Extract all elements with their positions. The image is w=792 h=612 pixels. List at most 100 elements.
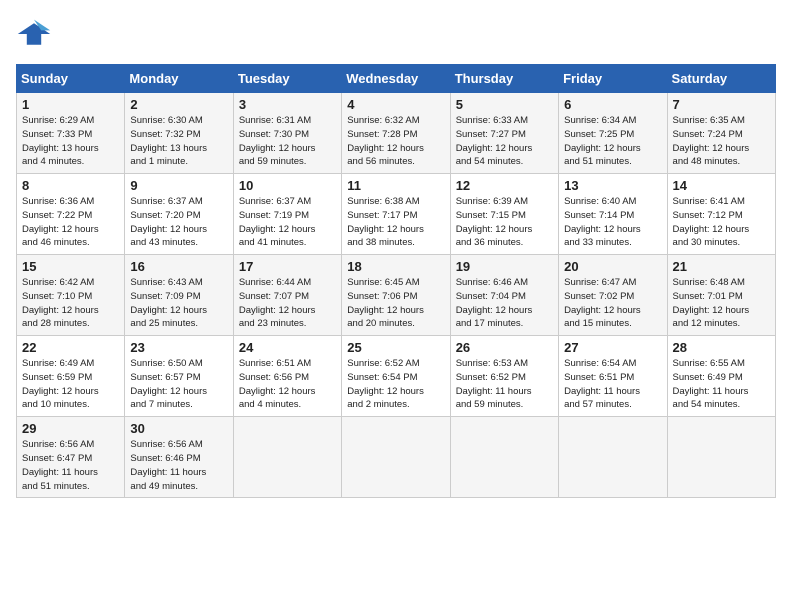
day-number: 4 [347,97,444,112]
day-info: Sunrise: 6:52 AM Sunset: 6:54 PM Dayligh… [347,357,444,412]
day-number: 23 [130,340,227,355]
calendar-week-row: 29 Sunrise: 6:56 AM Sunset: 6:47 PM Dayli… [17,417,776,498]
day-info: Sunrise: 6:38 AM Sunset: 7:17 PM Dayligh… [347,195,444,250]
day-info: Sunrise: 6:35 AM Sunset: 7:24 PM Dayligh… [673,114,770,169]
weekday-header-thursday: Thursday [450,65,558,93]
day-info: Sunrise: 6:37 AM Sunset: 7:20 PM Dayligh… [130,195,227,250]
day-info: Sunrise: 6:39 AM Sunset: 7:15 PM Dayligh… [456,195,553,250]
calendar-week-row: 22 Sunrise: 6:49 AM Sunset: 6:59 PM Dayli… [17,336,776,417]
day-info: Sunrise: 6:46 AM Sunset: 7:04 PM Dayligh… [456,276,553,331]
calendar-cell: 28 Sunrise: 6:55 AM Sunset: 6:49 PM Dayli… [667,336,775,417]
day-number: 29 [22,421,119,436]
calendar-cell: 16 Sunrise: 6:43 AM Sunset: 7:09 PM Dayli… [125,255,233,336]
calendar-cell: 15 Sunrise: 6:42 AM Sunset: 7:10 PM Dayli… [17,255,125,336]
weekday-header-wednesday: Wednesday [342,65,450,93]
calendar-cell: 19Sunrise: 6:46 AM Sunset: 7:04 PM Dayli… [450,255,558,336]
day-number: 16 [130,259,227,274]
day-info: Sunrise: 6:36 AM Sunset: 7:22 PM Dayligh… [22,195,119,250]
calendar-cell: 29 Sunrise: 6:56 AM Sunset: 6:47 PM Dayli… [17,417,125,498]
calendar-table: SundayMondayTuesdayWednesdayThursdayFrid… [16,64,776,498]
weekday-header-monday: Monday [125,65,233,93]
calendar-cell [559,417,667,498]
logo [16,16,56,52]
weekday-header-friday: Friday [559,65,667,93]
day-info: Sunrise: 6:34 AM Sunset: 7:25 PM Dayligh… [564,114,661,169]
calendar-cell: 4Sunrise: 6:32 AM Sunset: 7:28 PM Daylig… [342,93,450,174]
calendar-cell: 27Sunrise: 6:54 AM Sunset: 6:51 PM Dayli… [559,336,667,417]
weekday-header-sunday: Sunday [17,65,125,93]
day-info: Sunrise: 6:42 AM Sunset: 7:10 PM Dayligh… [22,276,119,331]
calendar-cell: 2 Sunrise: 6:30 AM Sunset: 7:32 PM Daylig… [125,93,233,174]
calendar-cell: 30Sunrise: 6:56 AM Sunset: 6:46 PM Dayli… [125,417,233,498]
calendar-cell: 6Sunrise: 6:34 AM Sunset: 7:25 PM Daylig… [559,93,667,174]
calendar-week-row: 1Sunrise: 6:29 AM Sunset: 7:33 PM Daylig… [17,93,776,174]
calendar-cell: 8 Sunrise: 6:36 AM Sunset: 7:22 PM Daylig… [17,174,125,255]
day-info: Sunrise: 6:33 AM Sunset: 7:27 PM Dayligh… [456,114,553,169]
day-info: Sunrise: 6:31 AM Sunset: 7:30 PM Dayligh… [239,114,336,169]
day-number: 26 [456,340,553,355]
day-number: 10 [239,178,336,193]
calendar-week-row: 15 Sunrise: 6:42 AM Sunset: 7:10 PM Dayli… [17,255,776,336]
day-number: 27 [564,340,661,355]
calendar-cell [342,417,450,498]
calendar-cell: 12 Sunrise: 6:39 AM Sunset: 7:15 PM Dayli… [450,174,558,255]
day-number: 20 [564,259,661,274]
day-number: 14 [673,178,770,193]
day-info: Sunrise: 6:50 AM Sunset: 6:57 PM Dayligh… [130,357,227,412]
day-number: 1 [22,97,119,112]
day-info: Sunrise: 6:40 AM Sunset: 7:14 PM Dayligh… [564,195,661,250]
day-number: 7 [673,97,770,112]
calendar-cell: 22 Sunrise: 6:49 AM Sunset: 6:59 PM Dayli… [17,336,125,417]
calendar-cell: 3 Sunrise: 6:31 AM Sunset: 7:30 PM Daylig… [233,93,341,174]
day-info: Sunrise: 6:56 AM Sunset: 6:47 PM Dayligh… [22,438,119,493]
day-number: 24 [239,340,336,355]
day-info: Sunrise: 6:30 AM Sunset: 7:32 PM Dayligh… [130,114,227,169]
day-info: Sunrise: 6:43 AM Sunset: 7:09 PM Dayligh… [130,276,227,331]
calendar-cell: 23 Sunrise: 6:50 AM Sunset: 6:57 PM Dayli… [125,336,233,417]
day-info: Sunrise: 6:49 AM Sunset: 6:59 PM Dayligh… [22,357,119,412]
day-info: Sunrise: 6:53 AM Sunset: 6:52 PM Dayligh… [456,357,553,412]
day-number: 15 [22,259,119,274]
day-number: 25 [347,340,444,355]
day-number: 13 [564,178,661,193]
calendar-cell: 13 Sunrise: 6:40 AM Sunset: 7:14 PM Dayli… [559,174,667,255]
day-info: Sunrise: 6:55 AM Sunset: 6:49 PM Dayligh… [673,357,770,412]
calendar-cell: 24 Sunrise: 6:51 AM Sunset: 6:56 PM Dayli… [233,336,341,417]
calendar-cell: 26 Sunrise: 6:53 AM Sunset: 6:52 PM Dayli… [450,336,558,417]
day-number: 3 [239,97,336,112]
calendar-week-row: 8 Sunrise: 6:36 AM Sunset: 7:22 PM Daylig… [17,174,776,255]
day-number: 8 [22,178,119,193]
day-info: Sunrise: 6:48 AM Sunset: 7:01 PM Dayligh… [673,276,770,331]
day-number: 21 [673,259,770,274]
calendar-cell [233,417,341,498]
calendar-cell: 14 Sunrise: 6:41 AM Sunset: 7:12 PM Dayli… [667,174,775,255]
day-number: 2 [130,97,227,112]
day-number: 22 [22,340,119,355]
day-number: 17 [239,259,336,274]
calendar-cell: 1Sunrise: 6:29 AM Sunset: 7:33 PM Daylig… [17,93,125,174]
calendar-cell: 7 Sunrise: 6:35 AM Sunset: 7:24 PM Daylig… [667,93,775,174]
page-header [16,16,776,52]
day-info: Sunrise: 6:44 AM Sunset: 7:07 PM Dayligh… [239,276,336,331]
calendar-cell [667,417,775,498]
day-number: 28 [673,340,770,355]
day-info: Sunrise: 6:56 AM Sunset: 6:46 PM Dayligh… [130,438,227,493]
logo-icon [16,16,52,52]
calendar-cell: 5 Sunrise: 6:33 AM Sunset: 7:27 PM Daylig… [450,93,558,174]
calendar-cell: 9Sunrise: 6:37 AM Sunset: 7:20 PM Daylig… [125,174,233,255]
day-number: 11 [347,178,444,193]
calendar-cell: 21 Sunrise: 6:48 AM Sunset: 7:01 PM Dayli… [667,255,775,336]
day-info: Sunrise: 6:45 AM Sunset: 7:06 PM Dayligh… [347,276,444,331]
calendar-cell: 10 Sunrise: 6:37 AM Sunset: 7:19 PM Dayli… [233,174,341,255]
day-number: 18 [347,259,444,274]
day-info: Sunrise: 6:37 AM Sunset: 7:19 PM Dayligh… [239,195,336,250]
calendar-cell: 11 Sunrise: 6:38 AM Sunset: 7:17 PM Dayli… [342,174,450,255]
day-info: Sunrise: 6:51 AM Sunset: 6:56 PM Dayligh… [239,357,336,412]
day-info: Sunrise: 6:41 AM Sunset: 7:12 PM Dayligh… [673,195,770,250]
calendar-cell: 17 Sunrise: 6:44 AM Sunset: 7:07 PM Dayli… [233,255,341,336]
weekday-header-saturday: Saturday [667,65,775,93]
day-number: 12 [456,178,553,193]
day-number: 5 [456,97,553,112]
weekday-header-row: SundayMondayTuesdayWednesdayThursdayFrid… [17,65,776,93]
weekday-header-tuesday: Tuesday [233,65,341,93]
